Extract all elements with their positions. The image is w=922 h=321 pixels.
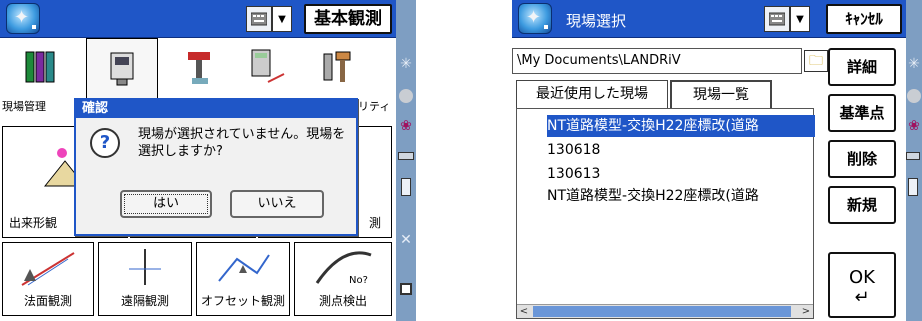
start-menu-button[interactable]: ✦ [6,3,40,34]
svg-text:No?: No? [349,275,368,286]
offset-observation-tile[interactable]: オフセット観測 [196,242,290,316]
tool-label: リティ [358,100,391,113]
scroll-left-icon[interactable]: < [517,305,531,319]
offset-icon [218,254,270,282]
tile-label: 遠隔観測 [120,294,169,308]
flower-icon[interactable]: ❀ [906,118,922,134]
start-menu-dot [544,25,548,29]
chevron-down-icon: ▼ [278,14,286,25]
no-button[interactable]: いいえ [230,190,324,218]
list-item[interactable]: NT道路模型-交換H22座標改(道路 [547,185,815,207]
cancel-button[interactable]: ｷｬﾝｾﾙ [826,4,902,34]
horizontal-scrollbar[interactable]: < > [517,304,813,318]
dialog-message: 現場が選択されていません。現場を選択しますか? [138,127,346,159]
window-icon[interactable] [398,282,414,298]
basic-observation-button[interactable]: 基本観測 [304,4,392,34]
sparkle-icon: ✳ [908,56,920,72]
wrench-icon[interactable]: ✕ [398,232,414,248]
start-menu-dot [32,25,36,29]
binders-icon [25,51,55,83]
yes-button[interactable]: はい [120,190,212,218]
tools-icon [323,51,351,82]
device-icon[interactable] [398,148,414,164]
tool-label: 現場管理 [2,100,46,113]
question-icon: ? [90,128,120,158]
list-item[interactable]: 130613 [547,163,815,185]
tile-label: オフセット観測 [200,294,285,308]
remote-observation-tile[interactable]: 遠隔観測 [98,242,192,316]
side-strip: ✳ ❀ ✕ [396,0,416,321]
keyboard-button[interactable] [246,6,272,32]
new-button[interactable]: 新規 [828,186,896,224]
tab-site-list[interactable]: 現場一覧 [670,80,772,108]
calculator-icon [251,49,285,83]
delete-button[interactable]: 削除 [828,140,896,178]
chevron-down-icon: ▼ [796,14,804,25]
battery-icon[interactable] [906,178,922,196]
title-bar: ✦ ▼ 基本観測 [0,0,396,38]
scrollbar-thumb[interactable] [533,306,791,317]
folder-icon: 🗀 [809,53,823,69]
list-item[interactable]: 130618 [547,139,815,161]
confirm-dialog: 確認 ? 現場が選択されていません。現場を選択しますか? はい いいえ [74,98,358,236]
reference-point-button[interactable]: 基準点 [828,94,896,132]
keyboard-icon [769,12,785,26]
dialog-title: 確認 [76,100,356,118]
flower-icon[interactable]: ❀ [398,118,414,134]
circle-icon [398,88,414,104]
tile-label: 測 [368,216,381,230]
input-dropdown-button[interactable]: ▼ [272,6,292,32]
tab-recent-sites[interactable]: 最近使用した現場 [516,80,668,108]
input-dropdown-button[interactable]: ▼ [790,6,810,32]
detail-button[interactable]: 詳細 [828,48,896,86]
site-management-tool[interactable]: 現場管理 [0,38,82,118]
title-bar: ✦ 現場選択 ▼ ｷｬﾝｾﾙ [512,0,906,38]
path-field[interactable]: \My Documents\LANDRiV [512,48,802,74]
window-title: 現場選択 [566,12,627,30]
keyboard-button[interactable] [764,6,790,32]
windows-logo-icon: ✦ [14,7,30,28]
browse-folder-button[interactable]: 🗀 [804,50,828,72]
battery-icon[interactable] [398,178,414,196]
tile-label: 測点検出 [318,294,367,308]
keyboard-icon [251,12,267,26]
ok-button[interactable]: OK ↵ [828,252,896,318]
total-station-icon [110,52,134,86]
point-detection-tile[interactable]: No? 測点検出 [294,242,392,316]
enter-arrow-icon: ↵ [854,287,870,308]
circle-icon [906,88,922,104]
list-item[interactable]: NT道路模型-交換H22座標改(道路 [547,115,815,137]
side-strip: ✳ ❀ [906,0,922,321]
remote-icon [129,249,161,285]
hammer-icon [188,52,210,84]
windows-logo-icon: ✦ [526,7,542,28]
sparkle-icon: ✳ [400,56,412,72]
ok-label: OK [849,267,875,288]
tile-label: 法面観測 [23,294,72,308]
site-select-screen: ✦ 現場選択 ▼ ｷｬﾝｾﾙ \My Documents\LANDRiV 🗀 最… [512,0,922,321]
main-menu-screen: ✦ ▼ 基本観測 現場管理 リティ 出来形観 測 法面観測 遠隔観測 オフセット… [0,0,416,321]
curve-road-icon: No? [315,251,372,286]
slope-icon [21,252,75,286]
slope-observation-tile[interactable]: 法面観測 [2,242,94,316]
start-menu-button[interactable]: ✦ [518,3,552,34]
device-icon[interactable] [906,148,922,164]
site-list[interactable]: NT道路模型-交換H22座標改(道路 130618 130613 NT道路模型-… [516,108,815,319]
scroll-right-icon[interactable]: > [799,305,813,319]
